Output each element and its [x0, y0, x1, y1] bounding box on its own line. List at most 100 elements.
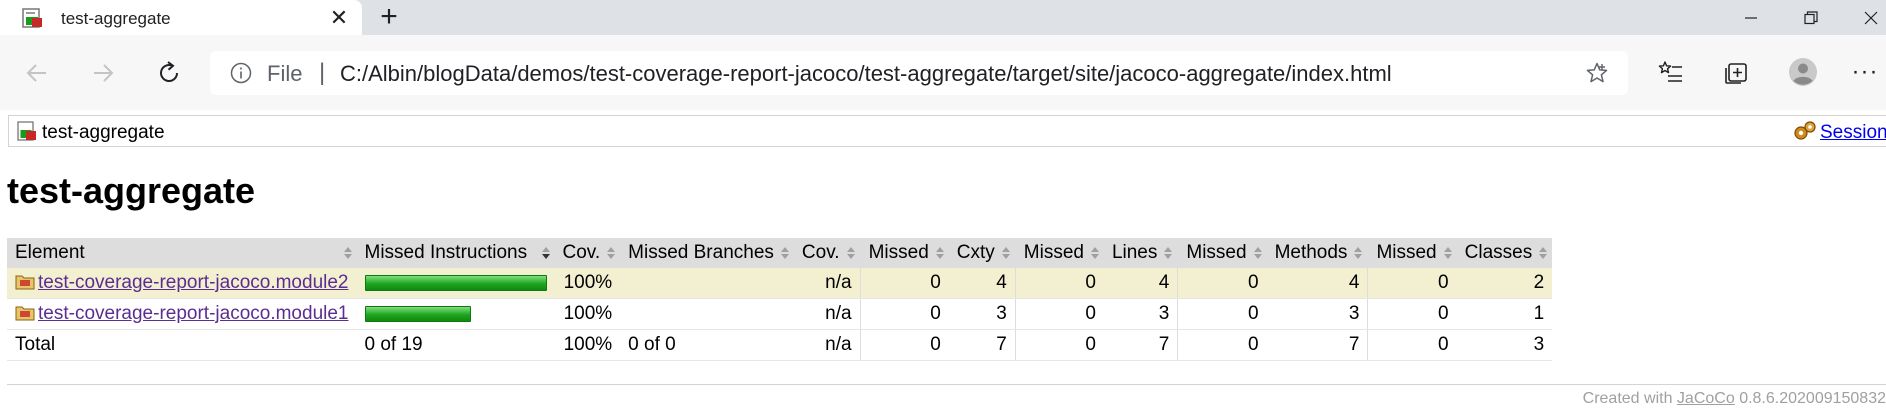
browser-toolbar: File | C:/Albin/blogData/demos/test-cove…	[0, 35, 1886, 110]
total-missed-lines: 0	[1014, 329, 1104, 361]
missed-methods-cell: 0	[1177, 298, 1267, 330]
methods-cell: 4	[1266, 268, 1368, 299]
instructions-bar-cell	[356, 298, 555, 330]
classes-cell: 1	[1456, 298, 1553, 330]
sort-icon	[1539, 247, 1548, 259]
lines-cell: 4	[1103, 268, 1178, 299]
header-label: Cov.	[801, 242, 840, 263]
total-missed-cxty: 0	[859, 329, 949, 361]
session-gears-icon	[1794, 121, 1816, 140]
header-label: Missed	[1376, 242, 1437, 263]
header-missed-branches[interactable]: Missed Branches	[620, 238, 794, 268]
favorites-list-icon[interactable]	[1656, 57, 1686, 87]
report-favicon-icon	[22, 8, 42, 28]
sort-icon	[607, 247, 616, 259]
header-classes[interactable]: Classes	[1456, 238, 1553, 268]
header-element[interactable]: Element	[7, 238, 357, 268]
restore-icon[interactable]	[1788, 0, 1834, 35]
header-missed-classes[interactable]: Missed	[1367, 238, 1457, 268]
sort-icon	[1354, 247, 1363, 259]
report-icon	[17, 121, 36, 141]
instructions-bar-cell	[356, 268, 555, 299]
table-row: test-coverage-report-jacoco.module1 100%…	[7, 298, 1553, 330]
total-cxty: 7	[948, 329, 1016, 361]
header-cov-branches[interactable]: Cov.	[793, 238, 861, 268]
branches-bar-cell	[620, 298, 794, 330]
header-cxty[interactable]: Cxty	[948, 238, 1016, 268]
module-link[interactable]: test-coverage-report-jacoco.module2	[38, 272, 349, 293]
header-missed-cxty[interactable]: Missed	[859, 238, 949, 268]
package-icon	[15, 275, 35, 290]
module-link[interactable]: test-coverage-report-jacoco.module1	[38, 303, 349, 324]
total-branches-cov: n/a	[793, 329, 861, 361]
branches-bar-cell	[620, 268, 794, 299]
header-label: Lines	[1111, 242, 1158, 263]
header-missed-lines[interactable]: Missed	[1014, 238, 1104, 268]
classes-cell: 2	[1456, 268, 1553, 299]
element-cell: test-coverage-report-jacoco.module2	[7, 268, 357, 299]
forward-arrow-icon[interactable]	[82, 52, 124, 94]
favorite-star-icon[interactable]	[1585, 61, 1609, 85]
sort-descending-icon	[541, 247, 550, 259]
address-scheme: File	[267, 61, 303, 86]
footer: Created with JaCoCo 0.8.6.202009150832	[1583, 390, 1886, 408]
collections-icon[interactable]	[1722, 57, 1752, 87]
missed-lines-cell: 0	[1014, 298, 1104, 330]
sort-icon	[780, 247, 789, 259]
table-row: test-coverage-report-jacoco.module2 100%…	[7, 268, 1553, 299]
tab-strip: test-aggregate ✕ +	[0, 0, 1886, 35]
tab-test-aggregate[interactable]: test-aggregate ✕	[0, 0, 362, 35]
total-classes: 3	[1456, 329, 1553, 361]
tab-close-icon[interactable]: ✕	[327, 6, 351, 30]
missed-methods-cell: 0	[1177, 268, 1267, 299]
coverage-bar	[364, 305, 471, 322]
instructions-cov-cell: 100%	[554, 268, 621, 299]
back-arrow-icon[interactable]	[16, 52, 58, 94]
sort-icon	[343, 247, 352, 259]
branches-cov-cell: n/a	[793, 268, 861, 299]
coverage-bar	[364, 274, 547, 291]
header-lines[interactable]: Lines	[1103, 238, 1178, 268]
package-icon	[15, 306, 35, 321]
total-label: Total	[7, 329, 357, 361]
address-bar[interactable]: File | C:/Albin/blogData/demos/test-cove…	[210, 51, 1628, 95]
header-missed-methods[interactable]: Missed	[1177, 238, 1267, 268]
info-icon[interactable]	[230, 62, 252, 84]
total-lines: 7	[1103, 329, 1178, 361]
jacoco-link[interactable]: JaCoCo	[1677, 390, 1735, 407]
footer-version: 0.8.6.202009150832	[1739, 390, 1886, 407]
header-label: Methods	[1274, 242, 1348, 263]
sort-icon	[935, 247, 944, 259]
minimize-icon[interactable]	[1728, 0, 1774, 35]
total-missed-classes: 0	[1367, 329, 1457, 361]
breadcrumb-label: test-aggregate	[42, 122, 165, 143]
header-label: Classes	[1464, 242, 1533, 263]
cxty-cell: 3	[948, 298, 1016, 330]
total-branches: 0 of 0	[620, 329, 794, 361]
address-separator: |	[319, 59, 326, 86]
header-label: Missed	[1023, 242, 1084, 263]
header-methods[interactable]: Methods	[1266, 238, 1368, 268]
missed-classes-cell: 0	[1367, 298, 1457, 330]
sort-icon	[1443, 247, 1452, 259]
methods-cell: 3	[1266, 298, 1368, 330]
header-cov-instructions[interactable]: Cov.	[554, 238, 621, 268]
more-menu-icon[interactable]: ···	[1850, 57, 1880, 87]
total-methods: 7	[1266, 329, 1368, 361]
tab-title: test-aggregate	[61, 9, 171, 28]
close-window-icon[interactable]	[1848, 0, 1886, 35]
header-label: Element	[15, 242, 85, 263]
sessions-link[interactable]: Sessions	[1820, 122, 1886, 144]
new-tab-button[interactable]: +	[375, 2, 403, 32]
header-label: Missed	[1186, 242, 1247, 263]
url-text[interactable]: C:/Albin/blogData/demos/test-coverage-re…	[340, 61, 1392, 87]
refresh-icon[interactable]	[148, 52, 190, 94]
header-missed-instructions[interactable]: Missed Instructions	[356, 238, 555, 268]
header-label: Cov.	[562, 242, 601, 263]
table-header-row: Element Missed Instructions Cov. Missed …	[7, 238, 1553, 268]
footer-prefix: Created with	[1582, 390, 1673, 407]
profile-avatar-icon[interactable]	[1788, 57, 1818, 87]
missed-cxty-cell: 0	[859, 298, 949, 330]
element-cell: test-coverage-report-jacoco.module1	[7, 298, 357, 330]
coverage-table: Element Missed Instructions Cov. Missed …	[7, 238, 1553, 361]
